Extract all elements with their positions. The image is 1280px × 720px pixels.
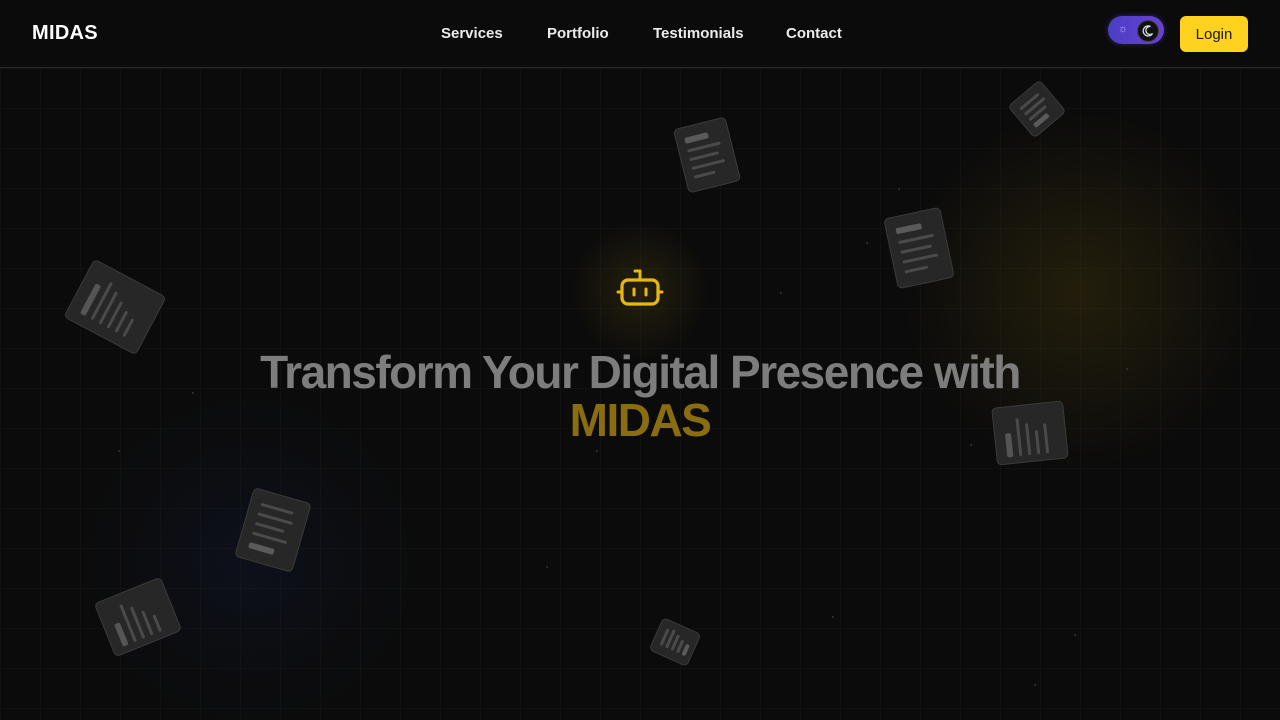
nav-testimonials-link[interactable]: Testimonials bbox=[653, 25, 744, 42]
moon-icon bbox=[1137, 20, 1159, 42]
robot-icon bbox=[616, 268, 664, 312]
sun-icon: ☼ bbox=[1117, 23, 1129, 35]
hero-title-text: Transform Your Digital Presence with bbox=[260, 346, 1021, 398]
hero-title-highlight: MIDAS bbox=[569, 394, 712, 446]
main-nav: Services Portfolio Testimonials Contact bbox=[0, 0, 1280, 68]
nav-portfolio-link[interactable]: Portfolio bbox=[547, 25, 609, 42]
nav-services-link[interactable]: Services bbox=[441, 25, 503, 42]
login-button[interactable]: Login bbox=[1180, 16, 1248, 52]
nav-contact-link[interactable]: Contact bbox=[786, 25, 842, 42]
theme-toggle[interactable]: ☼ bbox=[1108, 16, 1164, 44]
hero-title: Transform Your Digital Presence with MID… bbox=[0, 348, 1280, 444]
top-navbar: MIDAS Services Portfolio Testimonials Co… bbox=[0, 0, 1280, 68]
